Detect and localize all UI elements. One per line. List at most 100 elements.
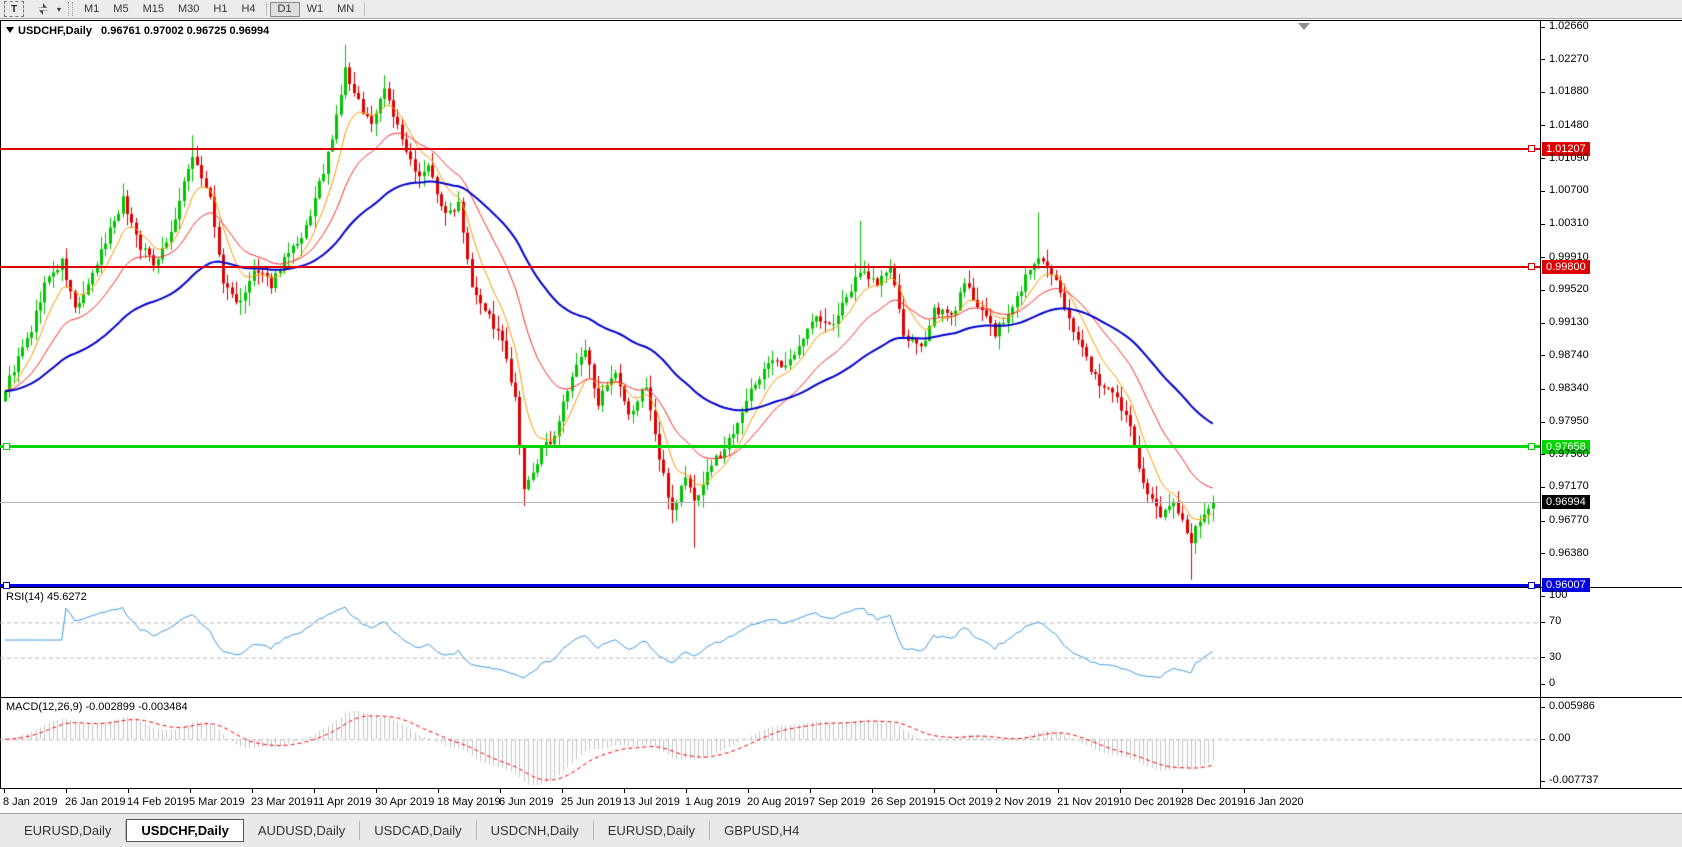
current-price-line [0,502,1540,503]
price-tick-mark [1540,355,1545,356]
chart-tab-eurusd-daily[interactable]: EURUSD,Daily [594,821,710,840]
rsi-tick-label: 0 [1549,677,1555,689]
price-axis-border [1540,21,1541,788]
chart-tab-audusd-daily[interactable]: AUDUSD,Daily [244,821,360,840]
hline-handle[interactable] [1528,145,1535,152]
date-tick-label: 20 Aug 2019 [747,796,809,808]
date-tick-mark [190,789,191,793]
price-tick-label: 1.01090 [1549,152,1589,164]
chart-tab-usdcnh-daily[interactable]: USDCNH,Daily [477,821,594,840]
price-tick-label: 1.01480 [1549,119,1589,131]
price-tick-label: 1.02660 [1549,20,1589,32]
date-tick-label: 13 Jul 2019 [623,796,680,808]
hline-0.96007[interactable] [0,584,1540,587]
price-tick-mark [1540,224,1545,225]
date-tick-mark [1182,789,1183,793]
price-tick-label: 0.96380 [1549,547,1589,559]
toolbar-grip[interactable] [68,2,73,16]
date-tick-mark [314,789,315,793]
date-tick-label: 25 Jun 2019 [561,796,622,808]
macd-tick-label: 0.00 [1549,732,1570,744]
date-tick-label: 8 Jan 2019 [3,796,57,808]
rsi-tick-mark [1540,684,1545,685]
date-tick-mark [66,789,67,793]
price-tick-label: 0.97170 [1549,480,1589,492]
main-rsi-separator[interactable] [0,587,1682,588]
date-tick-label: 23 Mar 2019 [251,796,313,808]
date-tick-mark [810,789,811,793]
hline-handle[interactable] [3,443,10,450]
price-tick-mark [1540,59,1545,60]
rsi-macd-separator[interactable] [0,697,1682,698]
date-tick-mark [4,789,5,793]
cursor-tools-dropdown-icon[interactable]: ▾ [57,5,61,14]
rsi-tick-label: 30 [1549,651,1561,663]
chart-tab-eurusd-daily[interactable]: EURUSD,Daily [10,821,126,840]
price-tick-mark [1540,389,1545,390]
hline-1.01207[interactable] [0,148,1540,150]
price-tick-mark [1540,191,1545,192]
date-tick-label: 30 Apr 2019 [375,796,434,808]
date-tick-mark [686,789,687,793]
hline-handle[interactable] [1528,582,1535,589]
rsi-tick-mark [1540,596,1545,597]
trading-terminal-window: T ▾ M1M5M15M30H1H4 D1W1MN USDCHF,Daily 0.… [0,0,1682,847]
timeframe-button-mn[interactable]: MN [330,2,361,16]
rsi-indicator-chart[interactable] [0,589,1540,697]
macd-tick-mark [1540,707,1545,708]
macd-tick-mark [1540,739,1545,740]
date-tick-mark [1244,789,1245,793]
main-price-chart[interactable] [0,22,1540,585]
text-tool-button[interactable]: T [4,1,24,17]
date-tick-mark [500,789,501,793]
date-tick-label: 2 Nov 2019 [995,796,1051,808]
date-tick-label: 21 Nov 2019 [1057,796,1119,808]
hline-handle[interactable] [1528,443,1535,450]
price-tick-mark [1540,521,1545,522]
macd-indicator-chart[interactable] [0,699,1540,787]
timeframe-button-m15[interactable]: M15 [136,2,171,16]
date-tick-mark [128,789,129,793]
price-tick-label: 0.99520 [1549,283,1589,295]
date-tick-label: 18 May 2019 [437,796,501,808]
cursor-tools-button[interactable] [34,2,52,16]
price-tick-mark [1540,158,1545,159]
toolbar: T ▾ M1M5M15M30H1H4 D1W1MN [0,0,1682,19]
rsi-tick-mark [1540,657,1545,658]
date-tick-mark [934,789,935,793]
price-tick-label: 0.98340 [1549,382,1589,394]
hline-handle[interactable] [1528,263,1535,270]
timeframe-button-h1[interactable]: H1 [206,2,234,16]
timeframe-group: M1M5M15M30H1H4 D1W1MN [77,2,361,17]
date-tick-mark [1120,789,1121,793]
timeframe-button-h4[interactable]: H4 [234,2,262,16]
timeframe-button-m1[interactable]: M1 [77,2,106,16]
price-tick-mark [1540,290,1545,291]
chart-tab-usdcad-daily[interactable]: USDCAD,Daily [360,821,476,840]
hline-0.99800[interactable] [0,266,1540,268]
chart-tab-gbpusd-h4[interactable]: GBPUSD,H4 [710,821,813,840]
rsi-tick-label: 70 [1549,615,1561,627]
date-tick-mark [252,789,253,793]
macd-tick-mark [1540,781,1545,782]
toolbar-separator [266,2,267,16]
price-tick-label: 0.96770 [1549,514,1589,526]
price-tick-mark [1540,422,1545,423]
price-tick-mark [1540,487,1545,488]
date-tick-label: 10 Dec 2019 [1119,796,1181,808]
macd-tick-label: -0.007737 [1549,774,1599,786]
date-tick-mark [748,789,749,793]
price-tick-label: 0.97560 [1549,448,1589,460]
chart-tab-usdchf-daily[interactable]: USDCHF,Daily [126,819,243,842]
timeframe-button-d1[interactable]: D1 [270,2,300,17]
timeframe-button-m30[interactable]: M30 [171,2,206,16]
rsi-tick-mark [1540,622,1545,623]
current-price-tag: 0.96994 [1542,495,1590,509]
date-tick-mark [438,789,439,793]
hline-handle[interactable] [3,582,10,589]
hline-0.97658[interactable] [0,445,1540,448]
timeframe-button-w1[interactable]: W1 [300,2,331,16]
date-tick-mark [996,789,997,793]
date-tick-label: 6 Jun 2019 [499,796,553,808]
timeframe-button-m5[interactable]: M5 [106,2,135,16]
